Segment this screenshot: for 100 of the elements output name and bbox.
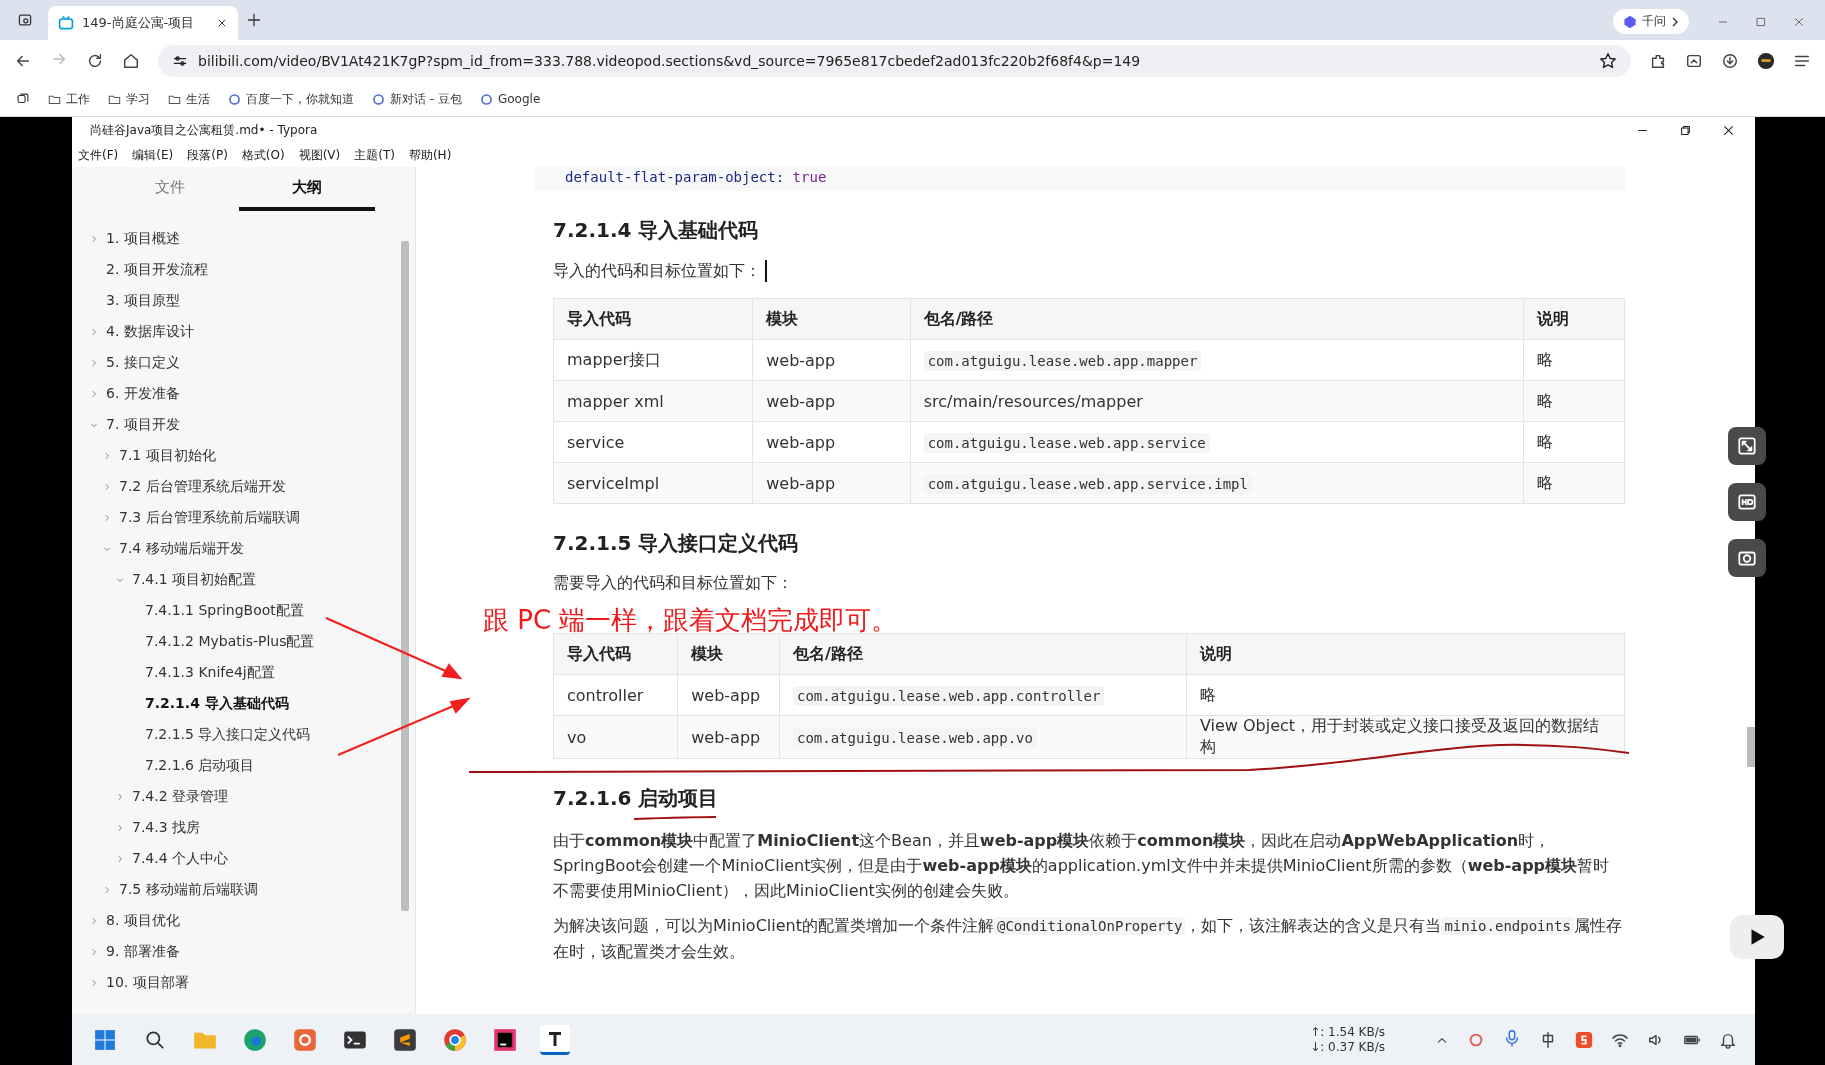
globe-icon (479, 92, 493, 106)
menu-item[interactable]: 视图(V) (298, 146, 341, 164)
text-cursor (765, 260, 767, 282)
app-tray-icon[interactable] (1467, 1031, 1485, 1049)
outline-item[interactable]: 7.1 项目初始化 (72, 438, 415, 469)
tab-groups-icon[interactable] (16, 92, 30, 106)
bookmark[interactable]: 学习 (108, 90, 150, 108)
tv-icon (58, 15, 74, 31)
outline-item[interactable]: 7. 项目开发 (72, 407, 415, 438)
column-header: 模块 (677, 633, 780, 675)
notification-icon[interactable] (1719, 1031, 1737, 1049)
sogou-icon[interactable] (1575, 1031, 1593, 1049)
outline-item[interactable]: 7.4.4 个人中心 (72, 841, 415, 872)
editor-icon[interactable] (393, 1028, 417, 1052)
new-tab-icon[interactable] (246, 12, 262, 28)
menu-item[interactable]: 文件(F) (78, 146, 119, 164)
outline-item[interactable]: 7.2.1.5 导入接口定义代码 (72, 717, 415, 748)
outline-item[interactable]: 7.2 后台管理系统后端开发 (72, 469, 415, 500)
wifi-icon[interactable] (1611, 1031, 1629, 1049)
screenshot-icon[interactable] (1685, 52, 1703, 70)
table-cell: 略 (1523, 380, 1625, 422)
browser-tab[interactable]: 149-尚庭公寓-项目 (48, 6, 238, 40)
microphone-icon[interactable] (1503, 1029, 1521, 1047)
restore-icon[interactable] (1679, 123, 1692, 137)
table-cell: src/main/resources/mapper (910, 380, 1524, 422)
start-icon[interactable] (94, 1029, 116, 1051)
app-icon[interactable] (293, 1028, 317, 1052)
table-cell: com.atguigu.lease.web.app.mapper (910, 339, 1524, 381)
sidebar-tab[interactable]: 大纲 (238, 167, 375, 211)
outline-item[interactable]: 10. 项目部署 (72, 965, 415, 996)
tab-list-icon[interactable] (17, 12, 33, 28)
paragraph: 导入的代码和目标位置如下： (553, 260, 761, 282)
outline-item[interactable]: 2. 项目开发流程 (72, 252, 415, 283)
extension-icon[interactable] (1649, 52, 1667, 70)
table-cell: web-app (752, 339, 911, 381)
maximize-icon[interactable] (1755, 16, 1767, 28)
bookmark[interactable]: 百度一下，你就知道 (228, 90, 354, 108)
table-cell: web-app (677, 674, 780, 716)
menu-item[interactable]: 帮助(H) (408, 146, 452, 164)
close-icon[interactable] (1722, 123, 1735, 137)
outline-item[interactable]: 3. 项目原型 (72, 283, 415, 314)
outline-item[interactable]: 4. 数据库设计 (72, 314, 415, 345)
table-cell: com.atguigu.lease.web.app.controller (779, 674, 1187, 716)
scrollbar[interactable] (1747, 727, 1755, 767)
address-field[interactable]: bilibili.com/video/BV1At421K7gP?spm_id_from=333.788.videopod.sections&vd_source=7965e817cbedef2ad013fc220b2f68f4&p=149 (158, 45, 1631, 77)
outline-item[interactable]: 7.4.1 项目初始配置 (72, 562, 415, 593)
sidebar-tab[interactable]: 文件 (102, 167, 239, 211)
menu-item[interactable]: 格式(O) (241, 146, 285, 164)
reload-icon[interactable] (86, 52, 104, 70)
globe-icon (372, 92, 385, 106)
outline-item[interactable]: 5. 接口定义 (72, 345, 415, 376)
table-cell: vo (553, 715, 678, 759)
close-icon[interactable] (216, 17, 228, 29)
table-cell: controller (553, 674, 678, 716)
chevron-right-icon (1671, 16, 1679, 27)
outline-item[interactable]: 7.2.1.4 导入基础代码 (72, 686, 415, 717)
browser-icon[interactable] (243, 1028, 267, 1052)
upload-speed: ↑: 1.54 KB/s (1310, 1025, 1385, 1040)
outline-item[interactable]: 8. 项目优化 (72, 903, 415, 934)
outline-item[interactable]: 7.2.1.6 启动项目 (72, 748, 415, 779)
paragraph: 为解决该问题，可以为MinioClient的配置类增加一个条件注解 @ConditionalOnProperty ，如下，该注解表达的含义是只有当 minio.endpoints 属性存在时，该配置类才会生效。 (553, 915, 1623, 963)
star-icon[interactable] (1599, 52, 1617, 70)
fullscreen-icon[interactable] (1736, 435, 1758, 457)
outline-item[interactable]: 7.4.2 登录管理 (72, 779, 415, 810)
bookmark[interactable]: Google (479, 92, 541, 106)
outline-item[interactable]: 1. 项目概述 (72, 221, 415, 252)
menu-item[interactable]: 主题(T) (354, 146, 395, 164)
search-icon[interactable] (144, 1029, 166, 1051)
outline-item[interactable]: 7.4.1.3 Knife4j配置 (72, 655, 415, 686)
bookmark[interactable]: 工作 (48, 90, 90, 108)
column-header: 导入代码 (553, 298, 753, 340)
menu-item[interactable]: 段落(P) (187, 146, 228, 164)
outline-item[interactable]: 7.4 移动端后端开发 (72, 531, 415, 562)
download-speed: ↓: 0.37 KB/s (1310, 1040, 1385, 1055)
table-cell: 略 (1523, 421, 1625, 463)
outline-item[interactable]: 7.3 后台管理系统前后端联调 (72, 500, 415, 531)
window-title: 尚硅谷Java项目之公寓租赁.md• - Typora (90, 121, 318, 139)
column-header: 导入代码 (553, 633, 678, 675)
outline-item[interactable]: 9. 部署准备 (72, 934, 415, 965)
section-heading: 7.2.1.6 启动项目 (553, 785, 1625, 812)
site-settings-icon[interactable] (172, 53, 188, 69)
column-header: 包名/路径 (910, 298, 1524, 340)
download-icon[interactable] (1721, 52, 1739, 70)
column-header: 说明 (1186, 633, 1625, 675)
outline-item[interactable]: 7.4.1.2 Mybatis-Plus配置 (72, 624, 415, 655)
globe-icon (228, 92, 241, 106)
outline-item[interactable]: 7.5 移动端前后端联调 (72, 872, 415, 903)
home-icon[interactable] (122, 52, 140, 70)
chrome-icon[interactable] (443, 1028, 467, 1052)
table-cell: 略 (1186, 674, 1625, 716)
bookmark[interactable]: 生活 (168, 90, 210, 108)
outline-item[interactable]: 7.4.3 找房 (72, 810, 415, 841)
menu-item[interactable]: 编辑(E) (132, 146, 174, 164)
bookmark[interactable]: 新对话 - 豆包 (372, 90, 462, 108)
scrollbar[interactable] (401, 241, 409, 911)
assistant-button[interactable]: 千问 (1613, 9, 1689, 34)
outline-item[interactable]: 7.4.1.1 SpringBoot配置 (72, 593, 415, 624)
outline-item[interactable]: 6. 开发准备 (72, 376, 415, 407)
ide-icon[interactable] (493, 1028, 517, 1052)
avatar-icon[interactable] (1757, 52, 1775, 70)
